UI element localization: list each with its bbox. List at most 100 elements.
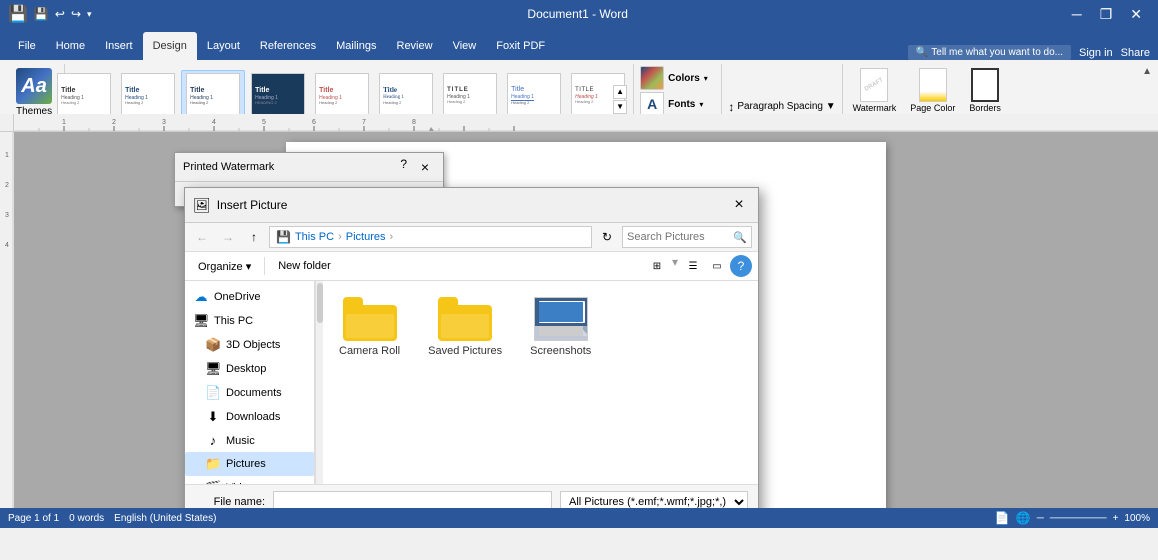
sidebar-item-label-downloads: Downloads bbox=[226, 411, 280, 423]
view-mode-print[interactable]: 📄 bbox=[995, 511, 1010, 525]
quick-access-undo[interactable]: ↩ bbox=[55, 7, 65, 21]
file-item-camera-roll[interactable]: Camera Roll bbox=[335, 293, 404, 361]
sidebar-item-desktop[interactable]: 🖥 Desktop bbox=[185, 357, 314, 381]
view-large-icons-button[interactable]: ⊞ bbox=[646, 255, 668, 277]
page-color-label: Page Color bbox=[910, 103, 955, 113]
gallery-scroll-up[interactable]: ▲ bbox=[613, 85, 627, 99]
filename-row: File name: All Pictures (*.emf;*.wmf;*.j… bbox=[195, 491, 748, 508]
tab-insert[interactable]: Insert bbox=[95, 32, 143, 60]
tab-file[interactable]: File bbox=[8, 32, 46, 60]
new-folder-button[interactable]: New folder bbox=[271, 257, 338, 275]
filetype-select[interactable]: All Pictures (*.emf;*.wmf;*.jpg;*,) bbox=[560, 491, 748, 508]
status-words: 0 words bbox=[69, 513, 104, 524]
zoom-level: 100% bbox=[1124, 513, 1150, 524]
page-borders-button[interactable]: Borders bbox=[965, 66, 1005, 115]
tab-mailings[interactable]: Mailings bbox=[326, 32, 386, 60]
tab-view[interactable]: View bbox=[443, 32, 487, 60]
sidebar-scrollbar[interactable] bbox=[315, 281, 323, 484]
status-bar: Page 1 of 1 0 words English (United Stat… bbox=[0, 508, 1158, 528]
para-spacing-label: Paragraph Spacing ▼ bbox=[737, 101, 835, 112]
nav-back-button[interactable]: ← bbox=[191, 226, 213, 248]
breadcrumb-this-pc[interactable]: This PC bbox=[295, 231, 334, 243]
tab-home[interactable]: Home bbox=[46, 32, 95, 60]
documents-icon: 📄 bbox=[205, 385, 221, 401]
organize-button[interactable]: Organize ▾ bbox=[191, 257, 258, 276]
style-thumb-6: Title Heading 1 Heading 2 bbox=[379, 73, 433, 119]
ruler-row: 1 2 3 4 5 6 7 8 bbox=[0, 114, 1158, 132]
gallery-scroll-down[interactable]: ▼ bbox=[613, 100, 627, 114]
search-box[interactable]: 🔍 bbox=[622, 226, 752, 248]
sidebar-item-label-music: Music bbox=[226, 435, 255, 447]
ribbon: File Home Insert Design Layout Reference… bbox=[0, 28, 1158, 114]
zoom-in-button[interactable]: + bbox=[1113, 513, 1119, 524]
themes-button[interactable]: Aa Themes bbox=[10, 66, 58, 119]
view-details-button[interactable]: ☰ bbox=[682, 255, 704, 277]
breadcrumb-pictures[interactable]: Pictures bbox=[346, 231, 386, 243]
style-thumb-7: TITLE Heading 1 Heading 2 bbox=[443, 73, 497, 119]
filename-input[interactable] bbox=[273, 491, 552, 508]
sidebar-item-onedrive[interactable]: ☁ OneDrive bbox=[185, 285, 314, 309]
sidebar-item-3d-objects[interactable]: 📦 3D Objects bbox=[185, 333, 314, 357]
nav-forward-button[interactable]: → bbox=[217, 226, 239, 248]
horizontal-ruler: 1 2 3 4 5 6 7 8 bbox=[14, 114, 1158, 132]
sidebar-item-videos[interactable]: 🎬 Videos bbox=[185, 476, 314, 484]
svg-text:5: 5 bbox=[262, 119, 266, 126]
tab-design[interactable]: Design bbox=[143, 32, 197, 60]
colors-dropdown-icon[interactable]: ▾ bbox=[704, 74, 708, 83]
nav-bar: ← → ↑ 💾 This PC › Pictures › ↻ bbox=[185, 223, 758, 252]
restore-button[interactable]: ❐ bbox=[1092, 4, 1121, 25]
status-lang: English (United States) bbox=[114, 513, 216, 524]
collapse-icon[interactable]: ▲ bbox=[1142, 66, 1152, 77]
search-input[interactable] bbox=[627, 231, 731, 243]
view-mode-web[interactable]: 🌐 bbox=[1016, 511, 1031, 525]
vertical-ruler: 1 2 3 4 bbox=[0, 132, 14, 508]
minimize-button[interactable]: ─ bbox=[1064, 4, 1090, 25]
sidebar-item-documents[interactable]: 📄 Documents bbox=[185, 381, 314, 405]
style-thumb-2: Title Heading 1 Heading 2 bbox=[121, 73, 175, 119]
tab-references[interactable]: References bbox=[250, 32, 326, 60]
para-spacing-btn[interactable]: ↕ Paragraph Spacing ▼ bbox=[728, 100, 835, 114]
watermark-help-icon[interactable]: ? bbox=[396, 157, 411, 177]
colors-text-area: Colors bbox=[668, 73, 700, 84]
insert-dialog-title-left: 🖼 Insert Picture bbox=[193, 197, 287, 214]
ribbon-tab-bar: File Home Insert Design Layout Reference… bbox=[0, 28, 1158, 60]
zoom-out-button[interactable]: ─ bbox=[1037, 513, 1044, 524]
nav-up-button[interactable]: ↑ bbox=[243, 226, 265, 248]
screenshots-label: Screenshots bbox=[530, 345, 591, 357]
search-submit-icon[interactable]: 🔍 bbox=[733, 231, 747, 244]
page-color-button[interactable]: Page Color bbox=[906, 66, 959, 115]
view-preview-button[interactable]: ▭ bbox=[706, 255, 728, 277]
close-button[interactable]: ✕ bbox=[1122, 4, 1150, 25]
zoom-slider[interactable]: ──────── bbox=[1050, 513, 1107, 524]
this-pc-icon: 🖥 bbox=[193, 313, 209, 329]
watermark-close-button[interactable]: × bbox=[415, 157, 435, 177]
filename-label: File name: bbox=[195, 496, 265, 508]
insert-dialog-close-button[interactable]: × bbox=[728, 194, 750, 216]
quick-access-save[interactable]: 💾 bbox=[34, 7, 49, 21]
share-button[interactable]: Share bbox=[1121, 47, 1150, 59]
tab-review[interactable]: Review bbox=[387, 32, 443, 60]
watermark-icon: DRAFT bbox=[860, 68, 888, 102]
tab-layout[interactable]: Layout bbox=[197, 32, 250, 60]
sidebar-item-pictures[interactable]: 📁 Pictures bbox=[185, 452, 314, 476]
insert-dialog-icon: 🖼 bbox=[193, 197, 211, 214]
quick-access-redo[interactable]: ↪ bbox=[71, 7, 81, 21]
sidebar-item-this-pc[interactable]: 🖥 This PC bbox=[185, 309, 314, 333]
sign-in-link[interactable]: Sign in bbox=[1079, 47, 1113, 59]
ribbon-right: 🔍 Tell me what you want to do... Sign in… bbox=[908, 45, 1158, 60]
help-button[interactable]: ? bbox=[730, 255, 752, 277]
watermark-button[interactable]: DRAFT Watermark bbox=[849, 66, 901, 115]
svg-text:3: 3 bbox=[162, 119, 166, 126]
search-box[interactable]: 🔍 Tell me what you want to do... bbox=[908, 45, 1071, 60]
svg-text:1: 1 bbox=[62, 119, 66, 126]
sidebar-item-music[interactable]: ♪ Music bbox=[185, 429, 314, 452]
fonts-dropdown-icon[interactable]: ▾ bbox=[699, 100, 703, 109]
sidebar-item-downloads[interactable]: ⬇ Downloads bbox=[185, 405, 314, 429]
doc-sidebar-row: 1 2 3 4 Printed Watermark ? × bbox=[0, 132, 1158, 508]
nav-refresh-button[interactable]: ↻ bbox=[596, 226, 618, 248]
file-item-saved-pictures[interactable]: Saved Pictures bbox=[424, 293, 506, 361]
ruler-corner bbox=[0, 114, 14, 132]
fonts-section: A Fonts ▾ bbox=[640, 92, 703, 116]
file-item-screenshots[interactable]: Screenshots bbox=[526, 293, 595, 361]
tab-foxit[interactable]: Foxit PDF bbox=[486, 32, 555, 60]
